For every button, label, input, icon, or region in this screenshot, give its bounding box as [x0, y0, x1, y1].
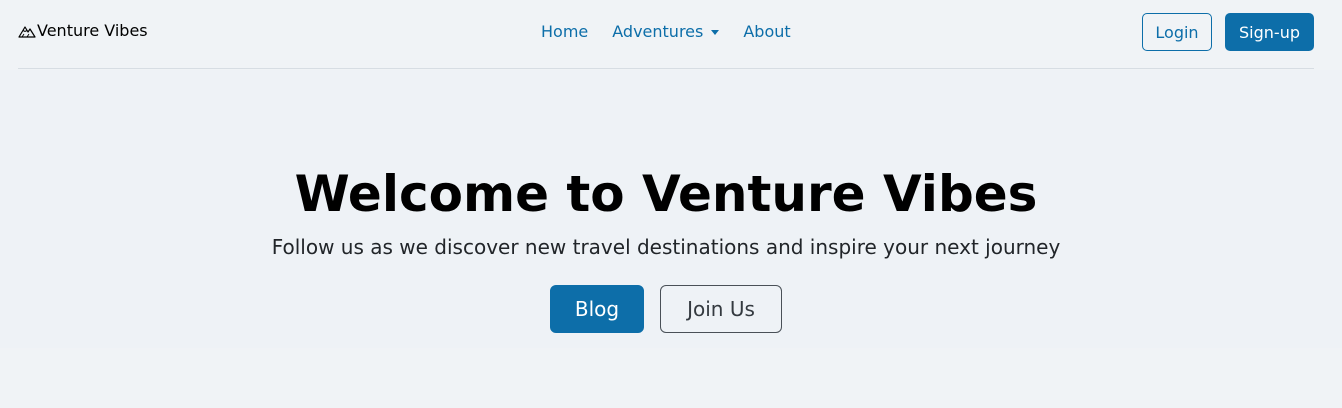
hero-title: Welcome to Venture Vibes: [294, 165, 1038, 223]
nav-link-home[interactable]: Home: [529, 21, 600, 43]
caret-down-icon: [711, 29, 720, 35]
brand-link[interactable]: Venture Vibes: [18, 21, 148, 40]
nav-link-adventures-label: Adventures: [612, 22, 704, 41]
nav-link-about[interactable]: About: [731, 21, 802, 43]
main-nav: Home Adventures About: [529, 21, 803, 43]
login-button[interactable]: Login: [1142, 13, 1212, 51]
navbar: Venture Vibes Home Adventures About Logi…: [18, 0, 1314, 69]
brand-name: Venture Vibes: [37, 21, 148, 40]
hero-subtitle: Follow us as we discover new travel dest…: [271, 235, 1061, 259]
hero-section: Welcome to Venture Vibes Follow us as we…: [0, 70, 1342, 348]
join-us-button[interactable]: Join Us: [660, 285, 782, 333]
signup-button[interactable]: Sign-up: [1225, 13, 1314, 51]
blog-button[interactable]: Blog: [550, 285, 644, 333]
mountain-icon: [18, 24, 36, 38]
nav-link-adventures[interactable]: Adventures: [600, 21, 731, 43]
